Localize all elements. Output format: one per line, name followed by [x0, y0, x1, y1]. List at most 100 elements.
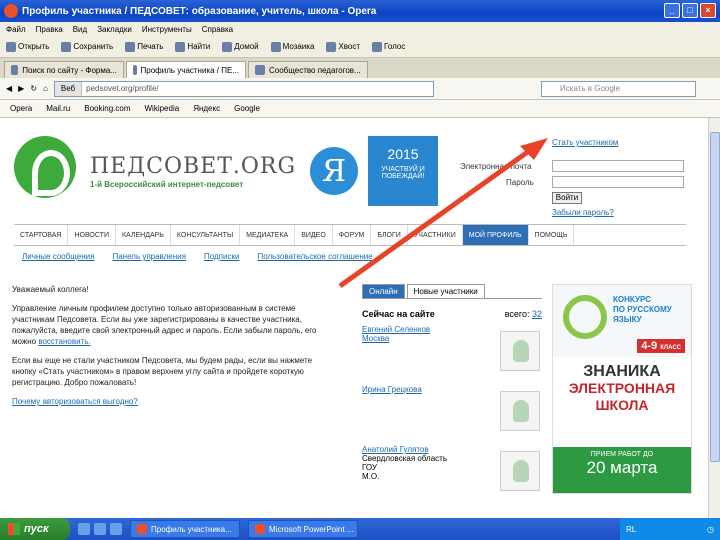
tab-new-members[interactable]: Новые участники	[406, 284, 485, 298]
tab-online[interactable]: Онлайн	[362, 284, 405, 298]
cascade-button[interactable]: Хвост	[326, 41, 360, 52]
bookmark-wikipedia[interactable]: Wikipedia	[145, 104, 180, 113]
voice-button[interactable]: Голос	[372, 41, 405, 52]
bookmark-google[interactable]: Google	[234, 104, 260, 113]
why-authorize-link[interactable]: Почему авторизоваться выгодно?	[12, 397, 138, 406]
pedsovet-logo-icon[interactable]	[14, 136, 76, 198]
forward-icon[interactable]: ▶	[18, 84, 24, 93]
tile-button[interactable]: Мозаика	[270, 41, 314, 52]
menu-edit[interactable]: Правка	[36, 25, 63, 34]
site-logo-text[interactable]: ПЕДСОВЕТ.ORG	[90, 154, 296, 179]
email-field[interactable]	[552, 160, 684, 172]
home-button[interactable]: Домой	[222, 41, 259, 52]
messages-link[interactable]: Личные сообщения	[22, 252, 94, 261]
menu-help[interactable]: Справка	[202, 25, 233, 34]
menu-view[interactable]: Вид	[73, 25, 87, 34]
site-tagline: 1-й Всероссийский интернет-педсовет	[90, 180, 244, 189]
ad-line3: ЯЗЫКУ	[613, 315, 642, 324]
page-content: ПЕДСОВЕТ.ORG 1-й Всероссийский интернет-…	[0, 118, 708, 518]
subscriptions-link[interactable]: Подписки	[204, 252, 239, 261]
online-count-prefix: всего:	[504, 309, 530, 319]
online-heading: Сейчас на сайте	[362, 309, 435, 319]
znanika-ad[interactable]: КОНКУРС ПО РУССКОМУ ЯЗЫКУ 4-9 КЛАСС ЗНАН…	[552, 284, 692, 494]
control-panel-link[interactable]: Панель управления	[112, 252, 186, 261]
forgot-password-link[interactable]: Забыли пароль?	[552, 208, 614, 217]
language-indicator[interactable]: RL	[626, 525, 636, 534]
login-button[interactable]: Войти	[552, 192, 582, 204]
search-icon	[175, 41, 186, 52]
ad-grade-suffix: КЛАСС	[660, 345, 681, 351]
taskbar: пуск Профиль участника... Microsoft Powe…	[0, 518, 720, 540]
window-title: Профиль участника / ПЕДСОВЕТ: образовани…	[22, 5, 377, 17]
nav-blogs[interactable]: БЛОГИ	[371, 225, 408, 245]
tab-profile[interactable]: Профиль участника / ПЕ...	[126, 61, 246, 78]
register-link[interactable]: Стать участником	[552, 138, 618, 147]
online-count[interactable]: 32	[532, 309, 542, 319]
desktop-icon[interactable]	[78, 523, 90, 535]
bookmark-opera[interactable]: Opera	[10, 104, 32, 113]
reload-icon[interactable]: ↻	[30, 84, 37, 93]
home-nav-icon[interactable]: ⌂	[43, 84, 48, 93]
bookmarks-bar: Opera Mail.ru Booking.com Wikipedia Янде…	[0, 100, 720, 118]
start-button[interactable]: пуск	[0, 518, 70, 540]
avatar[interactable]	[500, 331, 540, 371]
nav-help[interactable]: ПОМОЩЬ	[529, 225, 575, 245]
maximize-button[interactable]: □	[682, 3, 698, 18]
address-url: pedsovet.org/profile/	[86, 84, 159, 93]
page-icon	[133, 65, 137, 75]
ya-letter: Я	[310, 147, 358, 195]
banner-line1: УЧАСТВУЙ И	[381, 166, 425, 173]
banner-year: 2015	[387, 146, 419, 162]
nav-media[interactable]: МЕДИАТЕКА	[240, 225, 296, 245]
ie-icon[interactable]	[94, 523, 106, 535]
back-icon[interactable]: ◀	[6, 84, 12, 93]
ad-grade: 4-9	[641, 340, 658, 352]
save-button[interactable]: Сохранить	[61, 41, 113, 52]
avatar[interactable]	[500, 451, 540, 491]
opera-icon	[4, 4, 18, 18]
system-tray: RL ◷	[620, 518, 720, 540]
task-opera[interactable]: Профиль участника...	[130, 520, 240, 538]
menu-tools[interactable]: Инструменты	[142, 25, 192, 34]
page-icon	[11, 65, 19, 75]
nav-members[interactable]: УЧАСТНИКИ	[408, 225, 463, 245]
clock-icon[interactable]: ◷	[707, 525, 714, 534]
address-input[interactable]: Веб pedsovet.org/profile/	[53, 80, 434, 97]
contest-banner[interactable]: Я 2015 УЧАСТВУЙ И ПОБЕЖДАЙ!	[300, 136, 438, 206]
list-item: Евгений Селенков Москва	[362, 325, 542, 379]
nav-start[interactable]: СТАРТОВАЯ	[14, 225, 69, 245]
greeting: Уважаемый коллега!	[12, 285, 89, 294]
ad-school2: ШКОЛА	[595, 397, 649, 413]
nav-news[interactable]: НОВОСТИ	[68, 225, 116, 245]
bookmark-mailru[interactable]: Mail.ru	[46, 104, 70, 113]
list-item: Ирина Грецкова	[362, 385, 542, 439]
scroll-thumb[interactable]	[710, 132, 720, 462]
menu-bar: Файл Правка Вид Закладки Инструменты Спр…	[0, 22, 720, 36]
user-agreement-link[interactable]: Пользовательское соглашение	[257, 252, 372, 261]
search-input[interactable]: Искать в Google	[541, 80, 696, 97]
tab-community[interactable]: Сообщество педагогов...	[248, 61, 368, 78]
close-button[interactable]: ×	[700, 3, 716, 18]
password-field[interactable]	[552, 176, 684, 188]
nav-consultants[interactable]: КОНСУЛЬТАНТЫ	[171, 225, 241, 245]
vertical-scrollbar[interactable]	[708, 118, 720, 518]
bookmark-yandex[interactable]: Яндекс	[193, 104, 220, 113]
find-button[interactable]: Найти	[175, 41, 210, 52]
nav-video[interactable]: ВИДЕО	[295, 225, 333, 245]
avatar[interactable]	[500, 391, 540, 431]
media-icon[interactable]	[110, 523, 122, 535]
menu-bookmarks[interactable]: Закладки	[97, 25, 132, 34]
tab-search[interactable]: Поиск по сайту - Форма...	[4, 61, 124, 78]
restore-password-link[interactable]: восстановить.	[38, 337, 90, 346]
nav-my-profile[interactable]: МОЙ ПРОФИЛЬ	[462, 225, 529, 245]
bookmark-booking[interactable]: Booking.com	[84, 104, 130, 113]
open-button[interactable]: Открыть	[6, 41, 49, 52]
print-button[interactable]: Печать	[125, 41, 163, 52]
nav-forum[interactable]: ФОРУМ	[333, 225, 372, 245]
nav-calendar[interactable]: КАЛЕНДАРЬ	[116, 225, 171, 245]
minimize-button[interactable]: _	[664, 3, 680, 18]
profile-subnav: Личные сообщения Панель управления Подпи…	[22, 252, 373, 261]
menu-file[interactable]: Файл	[6, 25, 26, 34]
task-powerpoint[interactable]: Microsoft PowerPoint ...	[248, 520, 358, 538]
address-bar: ◀ ▶ ↻ ⌂ Веб pedsovet.org/profile/ Искать…	[0, 78, 720, 100]
